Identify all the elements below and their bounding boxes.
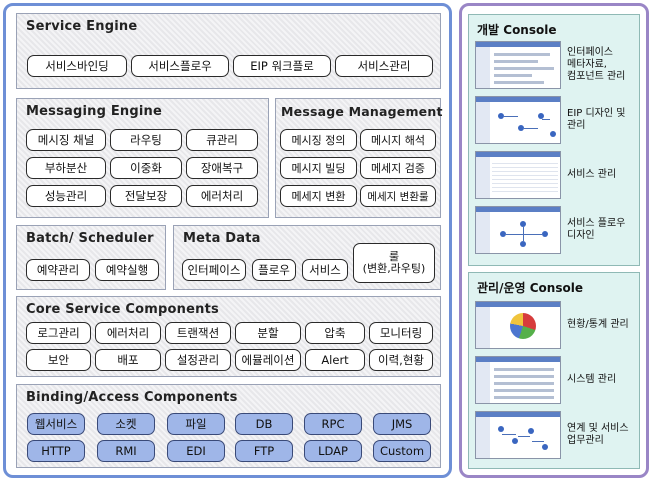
- access-component-box: RPC: [304, 413, 362, 435]
- rule-sublabel: (변환,라우팅): [362, 262, 426, 275]
- component-box: 큐관리: [186, 129, 258, 151]
- console-item-label: 시스템 관리: [567, 374, 617, 385]
- console-item: 서비스 플로우 디자인: [475, 206, 635, 254]
- dev-console-panel: 개발 Console 인터페이스 메타자료, 컴포넌트 관리 EIP 디자인 및…: [468, 14, 640, 266]
- access-component-box: 소켓: [97, 413, 155, 435]
- component-box: 메세지 변환룰: [360, 185, 436, 207]
- batch-scheduler-panel: Batch/ Scheduler 예약관리 예약실행: [16, 225, 166, 290]
- access-component-box: Custom: [373, 440, 431, 462]
- component-box: 부하분산: [26, 157, 106, 179]
- component-box: 이중화: [110, 157, 182, 179]
- panel-title: 개발 Console: [477, 23, 557, 37]
- component-box: 메세지 변환: [280, 185, 357, 207]
- service-manage-screenshot-icon: [475, 151, 561, 199]
- binding-access-panel: Binding/Access Components 웹서비스 소켓 파일 DB …: [16, 384, 441, 468]
- component-box: 설정관리: [165, 349, 231, 371]
- component-box: 메시징 채널: [26, 129, 106, 151]
- component-box: 플로우: [252, 259, 296, 281]
- interface-screenshot-icon: [475, 41, 561, 89]
- console-item-label: 서비스 관리: [567, 169, 617, 180]
- component-box: 분할: [235, 322, 301, 344]
- access-component-box: 웹서비스: [27, 413, 85, 435]
- access-component-box: EDI: [167, 440, 225, 462]
- component-box: 서비스관리: [335, 55, 433, 77]
- service-engine-panel: Service Engine 서비스바인딩 서비스플로우 EIP 워크플로 서비…: [16, 13, 441, 89]
- component-box: 서비스플로우: [131, 55, 229, 77]
- console-item-label: 서비스 플로우 디자인: [567, 218, 626, 241]
- access-component-box: DB: [235, 413, 293, 435]
- console-item-label: 인터페이스 메타자료, 컴포넌트 관리: [567, 47, 626, 82]
- console-frame: 개발 Console 인터페이스 메타자료, 컴포넌트 관리 EIP 디자인 및…: [459, 3, 649, 478]
- console-item: 서비스 관리: [475, 151, 635, 199]
- component-box: 메세지 검증: [360, 157, 436, 179]
- component-box: 에뮬레이션: [235, 349, 301, 371]
- access-component-box: FTP: [235, 440, 293, 462]
- component-box: 메시징 정의: [280, 129, 357, 151]
- panel-title: Service Engine: [26, 19, 138, 34]
- component-box: 압축: [305, 322, 365, 344]
- component-box: 이력,현황: [369, 349, 433, 371]
- component-box: 에러처리: [186, 185, 258, 207]
- meta-data-panel: Meta Data 인터페이스 플로우 서비스 룰 (변환,라우팅): [173, 225, 441, 290]
- console-item: 현황/통계 관리: [475, 301, 635, 349]
- eip-design-screenshot-icon: [475, 96, 561, 144]
- component-box: 인터페이스: [182, 259, 246, 281]
- message-management-panel: Message Management 메시징 정의 메시지 해석 메시지 빌딩 …: [275, 98, 443, 218]
- component-box: 보안: [26, 349, 91, 371]
- access-component-box: RMI: [97, 440, 155, 462]
- flow-design-screenshot-icon: [475, 206, 561, 254]
- component-box: 메시지 해석: [360, 129, 436, 151]
- core-service-panel: Core Service Components 로그관리 에러처리 트랜잭션 분…: [16, 296, 441, 377]
- workflow-screenshot-icon: [475, 411, 561, 459]
- console-item: 연계 및 서비스 업무관리: [475, 411, 635, 459]
- component-box: 예약실행: [95, 259, 159, 281]
- panel-title: Message Management: [281, 104, 443, 119]
- access-component-box: JMS: [373, 413, 431, 435]
- component-box: 모니터링: [369, 322, 433, 344]
- access-component-box: 파일: [167, 413, 225, 435]
- console-item-label: EIP 디자인 및 관리: [567, 108, 626, 131]
- panel-title: 관리/운영 Console: [477, 281, 583, 295]
- component-box: 트랜잭션: [165, 322, 231, 344]
- rule-component-box: 룰 (변환,라우팅): [353, 243, 435, 283]
- console-item-label: 연계 및 서비스 업무관리: [567, 423, 629, 446]
- console-item: 시스템 관리: [475, 356, 635, 404]
- component-box: 서비스: [302, 259, 348, 281]
- messaging-engine-panel: Messaging Engine 메시징 채널 라우팅 큐관리 부하분산 이중화…: [16, 98, 269, 218]
- component-box: 로그관리: [26, 322, 91, 344]
- panel-title: Batch/ Scheduler: [26, 231, 154, 246]
- panel-title: Meta Data: [183, 231, 261, 246]
- component-box: 성능관리: [26, 185, 106, 207]
- component-box: 메시지 빌딩: [280, 157, 357, 179]
- component-box: 배포: [95, 349, 161, 371]
- system-screenshot-icon: [475, 356, 561, 404]
- access-component-box: HTTP: [27, 440, 85, 462]
- stats-chart-screenshot-icon: [475, 301, 561, 349]
- component-box: 전달보장: [110, 185, 182, 207]
- access-component-box: LDAP: [304, 440, 362, 462]
- panel-title: Messaging Engine: [26, 104, 163, 119]
- console-item-label: 현황/통계 관리: [567, 319, 629, 330]
- ops-console-panel: 관리/운영 Console 현황/통계 관리 시스템 관리 연계 및 서비스 업…: [468, 272, 640, 469]
- component-box: Alert: [305, 349, 365, 371]
- panel-title: Binding/Access Components: [26, 390, 238, 405]
- component-box: 예약관리: [26, 259, 90, 281]
- console-item: 인터페이스 메타자료, 컴포넌트 관리: [475, 41, 635, 89]
- component-box: 에러처리: [95, 322, 161, 344]
- component-box: 라우팅: [110, 129, 182, 151]
- component-box: 서비스바인딩: [27, 55, 127, 77]
- component-box: EIP 워크플로: [233, 55, 331, 77]
- console-item: EIP 디자인 및 관리: [475, 96, 635, 144]
- panel-title: Core Service Components: [26, 302, 219, 317]
- component-box: 장애복구: [186, 157, 258, 179]
